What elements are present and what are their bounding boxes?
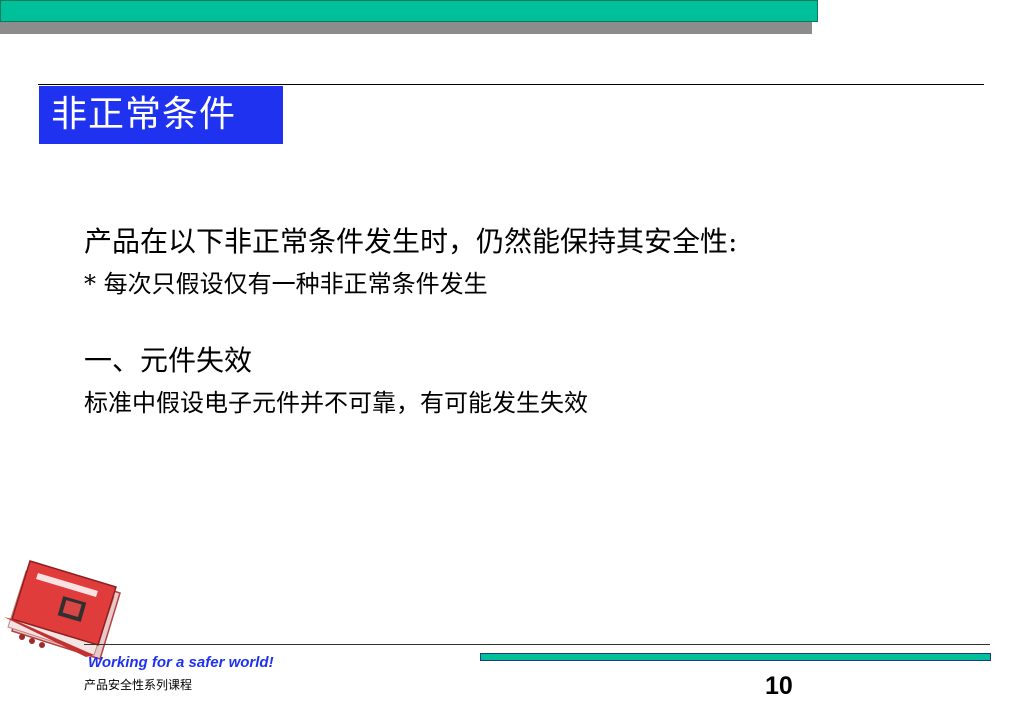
section-body: 标准中假设电子元件并不可靠，有可能发生失效 <box>84 389 588 417</box>
intro-statement: 产品在以下非正常条件发生时，仍然能保持其安全性: <box>84 225 738 258</box>
section-heading: 一、元件失效 <box>84 344 253 377</box>
footer-divider <box>84 644 990 645</box>
footer-slogan: Working for a safer world! <box>88 654 274 671</box>
top-accent-bar <box>0 0 818 22</box>
title-divider <box>38 84 984 85</box>
course-name: 产品安全性系列课程 <box>84 678 193 692</box>
footer-accent-bar <box>480 653 991 661</box>
assumption-note: * 每次只假设仅有一种非正常条件发生 <box>84 270 488 298</box>
slide-title: 非正常条件 <box>39 86 283 144</box>
operation-manual-book-icon <box>4 560 121 660</box>
page-number: 10 <box>765 672 793 700</box>
